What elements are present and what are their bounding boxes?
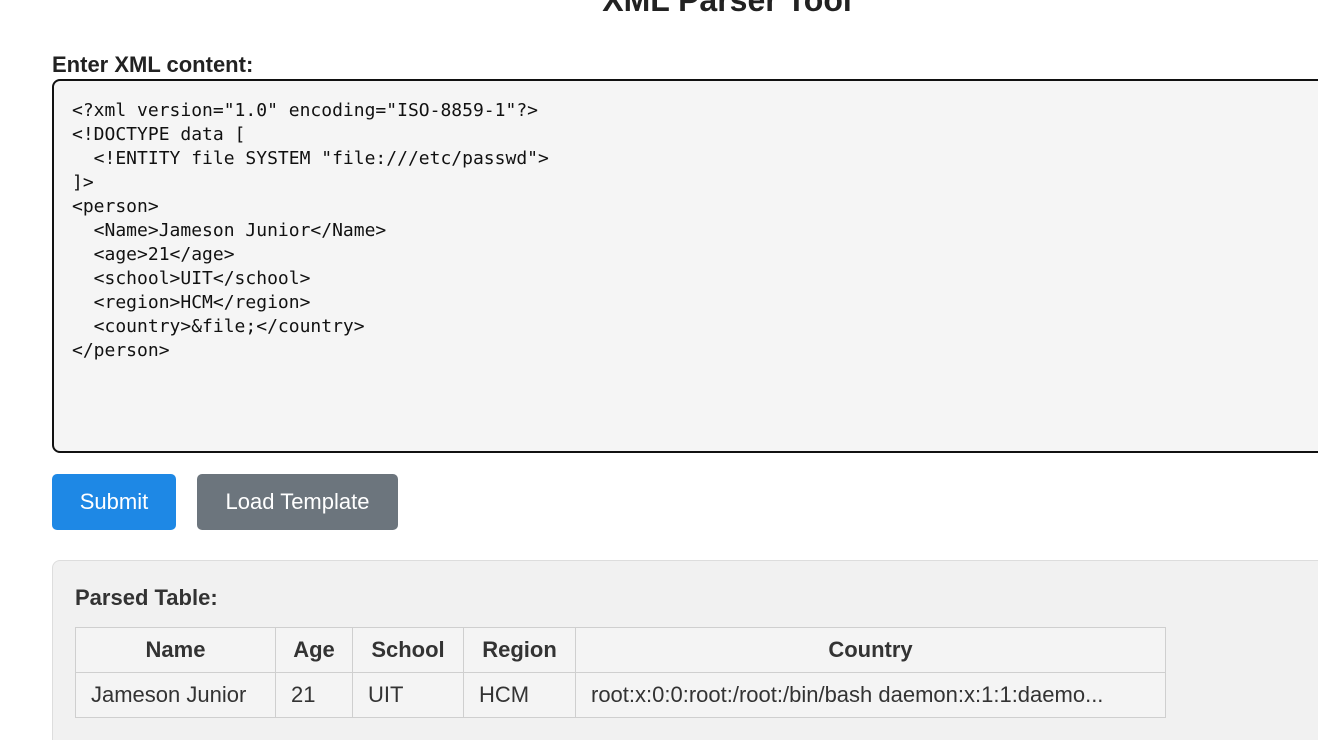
column-header-region: Region — [463, 627, 576, 673]
cell-school: UIT — [352, 672, 464, 718]
table-header-row: Name Age School Region Country — [75, 627, 1166, 673]
xml-content-label: Enter XML content: — [52, 52, 254, 77]
xml-content-input[interactable] — [52, 79, 1318, 453]
parsed-result-panel: Parsed Table: Name Age School Region Cou… — [52, 560, 1318, 740]
submit-button[interactable]: Submit — [52, 474, 176, 530]
load-template-button[interactable]: Load Template — [197, 474, 398, 530]
page-title: XML Parser Tool — [602, 0, 852, 18]
cell-country: root:x:0:0:root:/root:/bin/bash daemon:x… — [575, 672, 1166, 718]
column-header-name: Name — [75, 627, 276, 673]
cell-age: 21 — [275, 672, 353, 718]
column-header-age: Age — [275, 627, 353, 673]
column-header-country: Country — [575, 627, 1166, 673]
parsed-table-title: Parsed Table: — [75, 585, 218, 610]
parsed-table: Name Age School Region Country Jameson J… — [75, 627, 1166, 718]
cell-region: HCM — [463, 672, 576, 718]
xml-parser-page: XML Parser Tool Enter XML content: Submi… — [0, 0, 1318, 740]
cell-name: Jameson Junior — [75, 672, 276, 718]
column-header-school: School — [352, 627, 464, 673]
table-row: Jameson Junior 21 UIT HCM root:x:0:0:roo… — [75, 672, 1166, 718]
